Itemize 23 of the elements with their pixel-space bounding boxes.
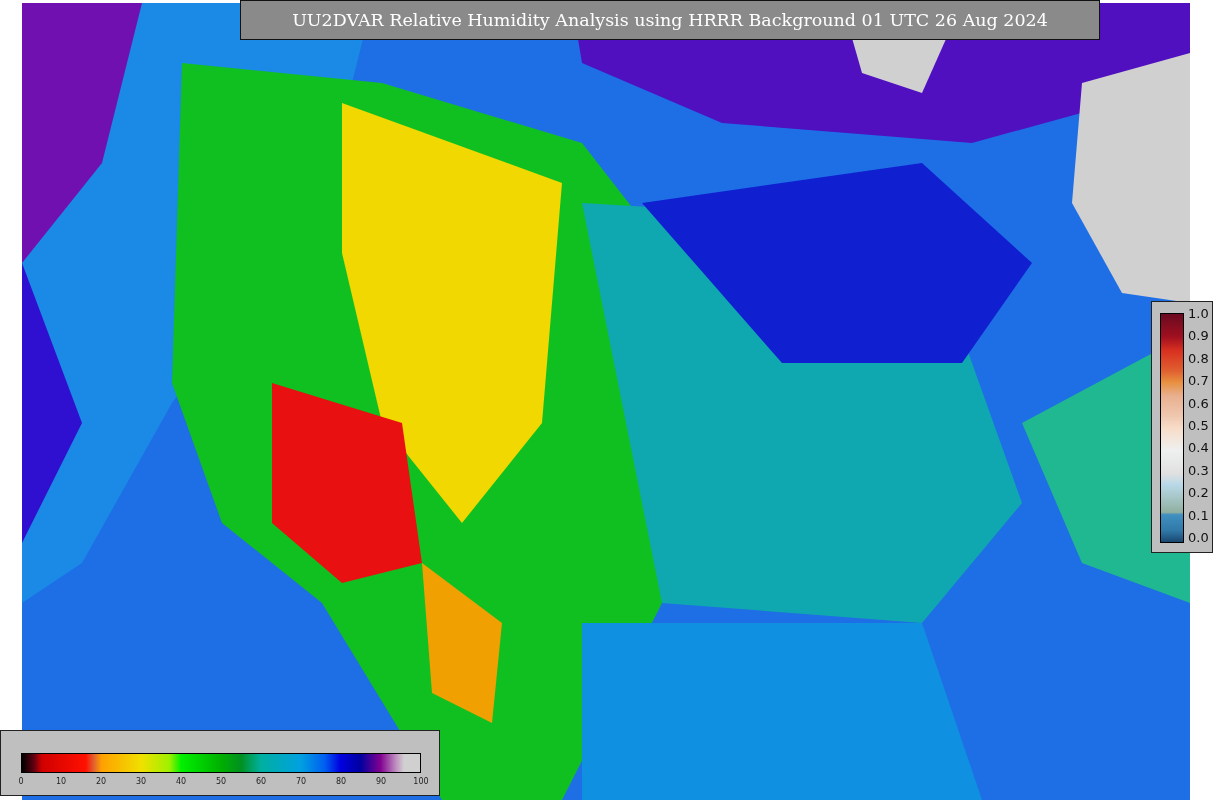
tick-label: 0.9 bbox=[1188, 328, 1209, 345]
tick-label: 100 bbox=[413, 777, 429, 787]
tick-label: 0 bbox=[18, 777, 24, 787]
tick-label: 50 bbox=[215, 777, 227, 787]
tick-label: 0.7 bbox=[1188, 373, 1209, 390]
tick-label: 10 bbox=[55, 777, 67, 787]
tick-label: 60 bbox=[255, 777, 267, 787]
tick-label: 0.2 bbox=[1188, 485, 1209, 502]
tick-label: 40 bbox=[175, 777, 187, 787]
tick-label: 0.0 bbox=[1188, 529, 1209, 546]
tick-label: 0.4 bbox=[1188, 440, 1209, 457]
tick-label: 0.6 bbox=[1188, 395, 1209, 412]
tick-label: 70 bbox=[295, 777, 307, 787]
tick-label: 1.0 bbox=[1188, 306, 1209, 322]
tick-label: 0.1 bbox=[1188, 507, 1209, 524]
tick-label: 0.8 bbox=[1188, 350, 1209, 367]
tick-label: 90 bbox=[375, 777, 387, 787]
tick-label: 30 bbox=[135, 777, 147, 787]
tick-label: 0.3 bbox=[1188, 462, 1209, 479]
map-title: UU2DVAR Relative Humidity Analysis using HRRR Background 01 UTC 26 Aug 2024 bbox=[240, 0, 1100, 40]
tick-label: 80 bbox=[335, 777, 347, 787]
tick-label: 20 bbox=[95, 777, 107, 787]
tick-label: 0.5 bbox=[1188, 417, 1209, 434]
